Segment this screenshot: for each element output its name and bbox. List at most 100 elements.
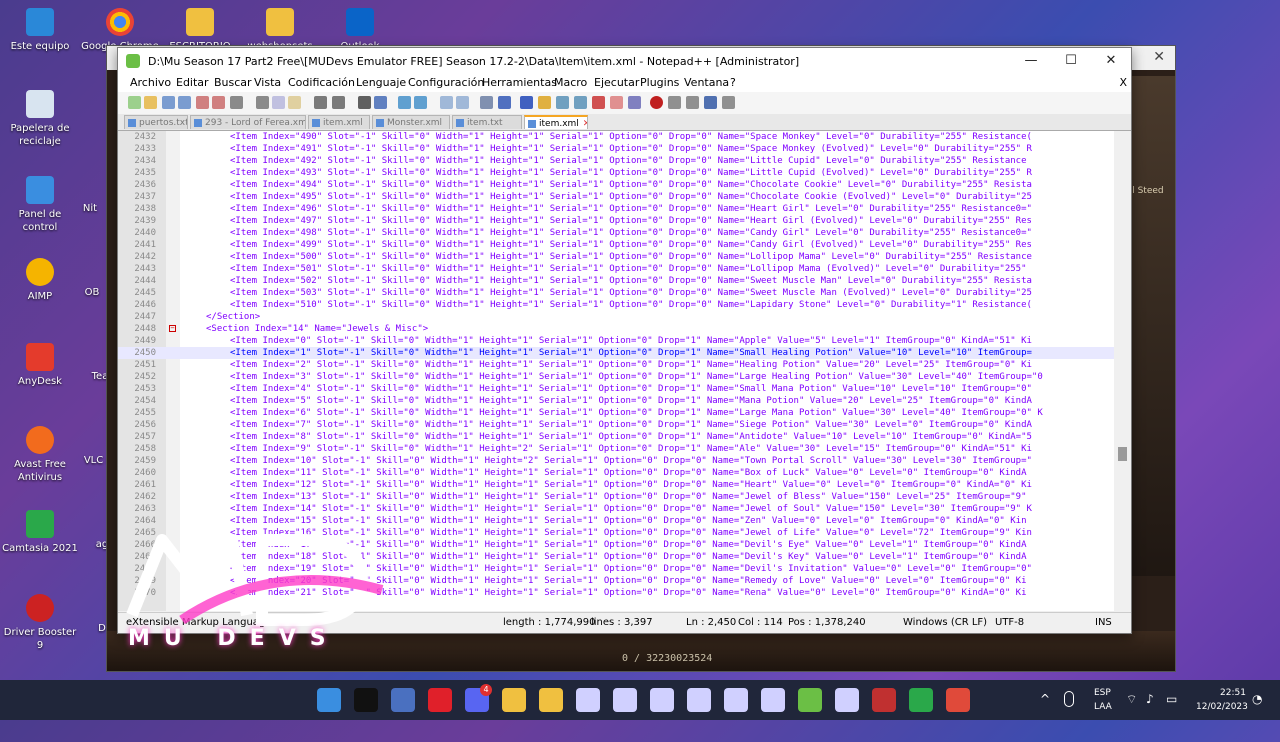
menu-herramientas[interactable]: Herramientas [482,76,557,89]
stop-macro-icon[interactable] [668,96,681,109]
word-wrap-icon[interactable] [480,96,493,109]
tab-item-txt[interactable]: item.txt [452,115,522,129]
code-line[interactable]: 2442 <Item Index="500" Slot="-1" Skill="0… [118,251,1114,263]
menu-macro[interactable]: Macro [554,76,587,89]
code-line[interactable]: 2459 <Item Index="10" Slot="-1" Skill="0"… [118,455,1114,467]
mu-icon[interactable] [761,688,785,712]
notification-icon[interactable]: ◔ [1252,692,1262,732]
netflix-icon[interactable] [354,688,378,712]
desktop-icon-avast[interactable]: Avast Free Antivirus [0,426,80,484]
menu-codificacion[interactable]: Codificación [288,76,355,89]
mu-icon[interactable] [687,688,711,712]
open-file-icon[interactable] [144,96,157,109]
code-line[interactable]: 2463 <Item Index="14" Slot="-1" Skill="0"… [118,503,1114,515]
code-line[interactable]: 2439 <Item Index="497" Slot="-1" Skill="0… [118,215,1114,227]
function-list-icon[interactable] [574,96,587,109]
layout-indicator[interactable]: LAA [1094,702,1112,742]
camtasia-rec-icon[interactable] [946,688,970,712]
battery-icon[interactable]: ▭ [1166,692,1177,732]
menu-plugins[interactable]: Plugins [640,76,679,89]
doc-map-icon[interactable] [556,96,569,109]
zoom-in-icon[interactable] [398,96,411,109]
game-close-icon[interactable]: ✕ [1153,49,1165,65]
save-macro-icon[interactable] [722,96,735,109]
code-line[interactable]: 2451 <Item Index="2" Slot="-1" Skill="0" … [118,359,1114,371]
menu-editar[interactable]: Editar [176,76,209,89]
desktop-icon-driver-booster[interactable]: Driver Booster 9 [0,594,80,652]
clock-date[interactable]: 12/02/2023 [1196,702,1248,742]
sync-vertical-icon[interactable] [440,96,453,109]
save-icon[interactable] [162,96,175,109]
desktop-icon-camtasia[interactable]: Camtasia 2021 [0,510,80,555]
menu-configuracion[interactable]: Configuración [408,76,484,89]
code-line[interactable]: 2448 <Section Index="14" Name="Jewels & M… [118,323,1114,335]
play-macro-icon[interactable] [686,96,699,109]
close-button[interactable]: ✕ [1091,48,1131,74]
code-line[interactable]: 2452 <Item Index="3" Slot="-1" Skill="0" … [118,371,1114,383]
code-line[interactable]: 2456 <Item Index="7" Slot="-1" Skill="0" … [118,419,1114,431]
minimize-button[interactable]: — [1011,48,1051,74]
menu-vista[interactable]: Vista [254,76,281,89]
menu-lenguaje[interactable]: Lenguaje [356,76,406,89]
menu-buscar[interactable]: Buscar [214,76,252,89]
close-icon[interactable] [196,96,209,109]
microphone-icon[interactable] [1064,691,1074,707]
define-language-icon[interactable] [538,96,551,109]
code-line[interactable]: 2445 <Item Index="503" Slot="-1" Skill="0… [118,287,1114,299]
code-line[interactable]: 2434 <Item Index="492" Slot="-1" Skill="0… [118,155,1114,167]
code-line[interactable]: 2454 <Item Index="5" Slot="-1" Skill="0" … [118,395,1114,407]
mu-icon[interactable] [650,688,674,712]
code-line[interactable]: 2432 <Item Index="490" Slot="-1" Skill="0… [118,131,1114,143]
record-macro-icon[interactable] [650,96,663,109]
menu-ventana[interactable]: Ventana [684,76,729,89]
desktop-icon-anydesk[interactable]: AnyDesk [0,343,80,388]
sync-horizontal-icon[interactable] [456,96,469,109]
code-line[interactable]: 2461 <Item Index="12" Slot="-1" Skill="0"… [118,479,1114,491]
volume-icon[interactable]: ♪ [1146,692,1154,732]
code-line[interactable]: 2449 <Item Index="0" Slot="-1" Skill="0" … [118,335,1114,347]
find-icon[interactable] [358,96,371,109]
undo-icon[interactable] [314,96,327,109]
vertical-scrollbar[interactable] [1114,131,1131,611]
tab-lord-of-ferea[interactable]: 293 - Lord of Ferea.xml [190,115,306,129]
run-macro-multiple-icon[interactable] [704,96,717,109]
code-line[interactable]: 2457 <Item Index="8" Slot="-1" Skill="0" … [118,431,1114,443]
copy-icon[interactable] [272,96,285,109]
code-line[interactable]: 2443 <Item Index="501" Slot="-1" Skill="0… [118,263,1114,275]
monitoring-icon[interactable] [610,96,623,109]
scrollbar-thumb[interactable] [1118,447,1127,461]
tab-item-xml-active[interactable]: item.xml✕ [524,115,588,129]
mu-icon[interactable] [576,688,600,712]
code-line[interactable]: 2446 <Item Index="510" Slot="-1" Skill="0… [118,299,1114,311]
print-icon[interactable] [230,96,243,109]
code-line[interactable]: 2440 <Item Index="498" Slot="-1" Skill="0… [118,227,1114,239]
code-line[interactable]: 2435 <Item Index="493" Slot="-1" Skill="0… [118,167,1114,179]
mu-icon[interactable] [724,688,748,712]
file-manager-icon[interactable] [391,688,415,712]
code-line[interactable]: 2462 <Item Index="13" Slot="-1" Skill="0"… [118,491,1114,503]
windows-start-icon[interactable] [317,688,341,712]
game-icon[interactable] [872,688,896,712]
folder-workspace-icon[interactable] [592,96,605,109]
camtasia-icon[interactable] [909,688,933,712]
indent-guide-icon[interactable] [520,96,533,109]
code-line[interactable]: 2450 <Item Index="1" Slot="-1" Skill="0" … [118,347,1114,359]
opera-icon[interactable] [428,688,452,712]
folder-icon[interactable] [539,688,563,712]
code-line[interactable]: 2436 <Item Index="494" Slot="-1" Skill="0… [118,179,1114,191]
new-file-icon[interactable] [128,96,141,109]
tray-chevron-icon[interactable]: ^ [1040,692,1050,732]
desktop-icon-este-equipo[interactable]: Este equipo [0,8,80,53]
tab-puertos-txt[interactable]: puertos.txt [124,115,188,129]
eye-icon[interactable] [628,96,641,109]
menu-ejecutar[interactable]: Ejecutar [594,76,639,89]
code-line[interactable]: 2453 <Item Index="4" Slot="-1" Skill="0" … [118,383,1114,395]
notepadpp-icon[interactable] [798,688,822,712]
code-line[interactable]: 2441 <Item Index="499" Slot="-1" Skill="0… [118,239,1114,251]
menu-help[interactable]: ? [730,76,736,89]
save-all-icon[interactable] [178,96,191,109]
mu-icon[interactable] [835,688,859,712]
code-line[interactable]: 2455 <Item Index="6" Slot="-1" Skill="0" … [118,407,1114,419]
fold-toggle-icon[interactable]: − [169,325,176,332]
code-line[interactable]: 2437 <Item Index="495" Slot="-1" Skill="0… [118,191,1114,203]
